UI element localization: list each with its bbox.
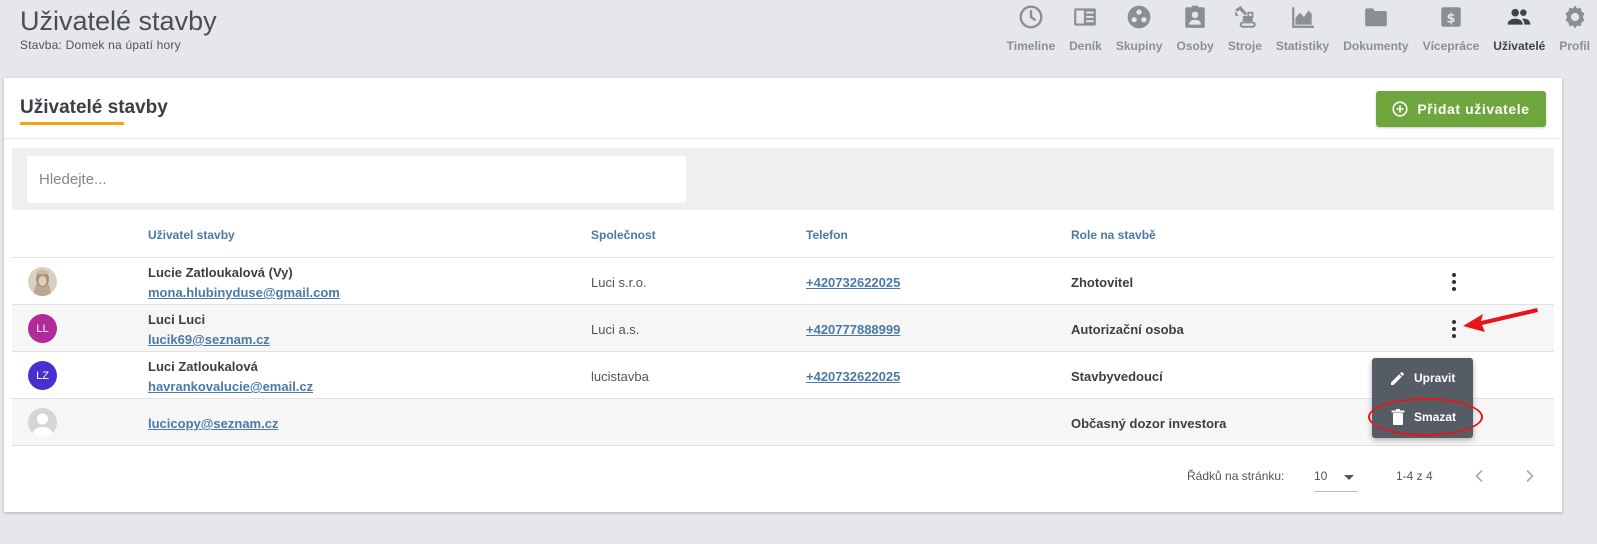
nav-label: Timeline <box>1006 39 1056 53</box>
user-name: Lucie Zatloukalová (Vy) <box>148 265 293 280</box>
chevron-left-icon[interactable] <box>1471 467 1489 485</box>
nav-label: Statistiky <box>1275 39 1330 53</box>
company: lucistavba <box>591 369 649 384</box>
table-row: LL Luci Luci lucik69@seznam.cz Luci a.s.… <box>12 305 1554 352</box>
edit-menu-item[interactable]: Upravit <box>1372 360 1473 396</box>
nav-dokumenty[interactable]: Dokumenty <box>1336 4 1415 58</box>
highlight-oval-annotation <box>1368 398 1483 436</box>
phone-link[interactable]: +420732622025 <box>806 275 900 290</box>
card-title: Uživatelé stavby <box>20 97 168 118</box>
nav-label: Profil <box>1559 39 1590 53</box>
nav-label: Osoby <box>1176 39 1214 53</box>
chevron-down-icon <box>1344 475 1354 480</box>
nav-osoby[interactable]: Osoby <box>1170 4 1221 58</box>
nav-label: Dokumenty <box>1343 39 1409 53</box>
title-underline <box>20 122 124 125</box>
users-table: Uživatel stavby Společnost Telefon Role … <box>12 210 1554 446</box>
add-user-label: Přidat uživatele <box>1417 101 1530 117</box>
excavator-icon <box>1235 6 1256 28</box>
table-header: Uživatel stavby Společnost Telefon Role … <box>12 210 1554 258</box>
user-name: Luci Zatloukalová <box>148 359 258 374</box>
role: Autorizační osoba <box>1071 322 1184 337</box>
users-card: Uživatelé stavby Přidat uživatele Uživat… <box>4 78 1562 512</box>
nav-timeline[interactable]: Timeline <box>1000 4 1062 58</box>
nav-profil[interactable]: Profil <box>1552 4 1597 58</box>
svg-text:$: $ <box>1446 11 1455 26</box>
column-header-user[interactable]: Uživatel stavby <box>148 228 235 242</box>
rows-per-page-value: 10 <box>1314 469 1328 483</box>
nav-label: Uživatelé <box>1493 39 1546 53</box>
user-name: Luci Luci <box>148 312 206 327</box>
company: Luci s.r.o. <box>591 275 647 290</box>
rows-per-page-select[interactable]: 10 <box>1314 464 1358 492</box>
nav-label: Skupiny <box>1115 39 1163 53</box>
user-email-link[interactable]: mona.hlubinyduse@gmail.com <box>148 285 340 300</box>
role: Stavbyvedoucí <box>1071 369 1163 384</box>
person-badge-icon <box>1185 5 1205 28</box>
pencil-icon <box>1391 372 1404 385</box>
column-header-phone[interactable]: Telefon <box>806 228 848 242</box>
avatar: LL <box>28 314 57 343</box>
nav-stroje[interactable]: Stroje <box>1221 4 1269 58</box>
nav-label: Vícepráce <box>1422 39 1480 53</box>
edit-label: Upravit <box>1414 371 1456 385</box>
search-input[interactable] <box>27 156 686 203</box>
users-icon <box>1507 8 1531 25</box>
dollar-doc-icon: $ <box>1441 7 1461 27</box>
user-email-link[interactable]: havrankovalucie@email.cz <box>148 379 313 394</box>
user-email-link[interactable]: lucik69@seznam.cz <box>148 332 270 347</box>
page-range: 1-4 z 4 <box>1396 469 1433 483</box>
plus-circle-icon <box>1392 101 1408 117</box>
table-row: Lucie Zatloukalová (Vy) mona.hlubinyduse… <box>12 258 1554 305</box>
pagination: Řádků na stránku: 10 1-4 z 4 <box>12 458 1554 498</box>
add-user-button[interactable]: Přidat uživatele <box>1376 91 1546 127</box>
role: Zhotovitel <box>1071 275 1134 290</box>
more-options-icon[interactable] <box>1444 271 1464 293</box>
nav-denik[interactable]: Deník <box>1062 4 1109 58</box>
phone-link[interactable]: +420732622025 <box>806 369 900 384</box>
avatar-placeholder <box>28 408 57 437</box>
main-nav: Timeline Deník Skupiny Osoby Stroje Stat… <box>1000 4 1597 58</box>
area-chart-icon <box>1291 7 1314 28</box>
role: Občasný dozor investora <box>1071 416 1227 431</box>
nav-label: Stroje <box>1227 39 1262 53</box>
search-bar <box>12 148 1554 210</box>
nav-viceprace[interactable]: $ Vícepráce <box>1416 4 1487 58</box>
avatar <box>28 267 57 296</box>
user-email-link[interactable]: lucicopy@seznam.cz <box>148 416 278 431</box>
folder-icon <box>1365 8 1387 27</box>
top-bar: Uživatelé stavby Stavba: Domek na úpatí … <box>0 0 1597 78</box>
nav-statistiky[interactable]: Statistiky <box>1269 4 1336 58</box>
red-arrow-annotation <box>1463 308 1538 332</box>
company: Luci a.s. <box>591 322 640 337</box>
phone-link[interactable]: +420777888999 <box>806 322 900 337</box>
nav-label: Deník <box>1069 39 1102 53</box>
table-row: LZ Luci Zatloukalová havrankovalucie@ema… <box>12 352 1554 399</box>
divider <box>4 138 1562 139</box>
groups-icon <box>1127 5 1151 29</box>
gear-icon <box>1565 5 1585 29</box>
page-subtitle: Stavba: Domek na úpatí hory <box>20 38 181 52</box>
page-title: Uživatelé stavby <box>20 6 217 36</box>
column-header-role[interactable]: Role na stavbě <box>1071 228 1156 242</box>
column-header-company[interactable]: Společnost <box>591 228 656 242</box>
chevron-right-icon[interactable] <box>1520 467 1538 485</box>
nav-uzivatele[interactable]: Uživatelé <box>1486 4 1552 58</box>
nav-skupiny[interactable]: Skupiny <box>1109 4 1170 58</box>
clock-icon <box>1019 5 1043 29</box>
journal-icon <box>1074 8 1097 26</box>
avatar: LZ <box>28 361 57 390</box>
table-row: lucicopy@seznam.cz Občasný dozor investo… <box>12 399 1554 446</box>
rows-per-page-label: Řádků na stránku: <box>1187 469 1285 483</box>
